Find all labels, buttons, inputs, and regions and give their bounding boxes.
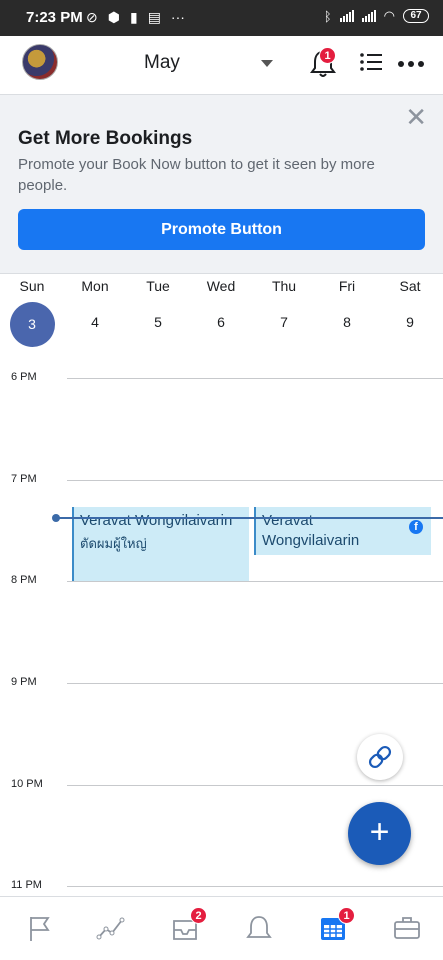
hour-divider (67, 886, 443, 887)
day-name: Mon (81, 278, 109, 294)
mute-icon: ⊘ (86, 9, 98, 25)
day-number: 9 (406, 314, 414, 330)
list-icon (360, 53, 382, 71)
event-booking[interactable]: Veravat Wongvilaivarin f (254, 507, 431, 555)
day-name: Fri (338, 278, 356, 294)
hour-label: 8 PM (11, 574, 37, 586)
hour-divider (67, 785, 443, 786)
bell-outline-icon (246, 916, 272, 938)
facebook-icon: f (409, 520, 423, 534)
day-name: Tue (146, 278, 170, 294)
day-mon[interactable]: Mon 4 (70, 276, 120, 330)
day-number: 6 (217, 314, 225, 330)
more-options-icon[interactable] (398, 61, 424, 67)
hour-divider (67, 581, 443, 582)
day-name: Sun (19, 278, 45, 294)
wifi-icon: ◠ (383, 8, 395, 23)
day-number: 5 (154, 314, 162, 330)
current-time-dot (52, 514, 60, 522)
nav-inbox[interactable]: 2 (170, 907, 207, 943)
notification-badge: 1 (319, 47, 336, 64)
shield-icon: ⬢ (107, 9, 120, 25)
event-name: Veravat Wongvilaivarin (80, 512, 233, 529)
promote-button[interactable]: Promote Button (18, 209, 425, 250)
day-sat[interactable]: Sat 9 (385, 276, 435, 330)
day-number-selected: 3 (9, 302, 55, 347)
day-name: Sat (399, 278, 421, 294)
hour-divider (67, 480, 443, 481)
day-fri[interactable]: Fri 8 (322, 276, 372, 330)
avatar[interactable] (22, 44, 58, 80)
week-header: Sun 3 Mon 4 Tue 5 Wed 6 Thu 7 Fri 8 Sat … (0, 276, 443, 348)
hour-label: 9 PM (11, 676, 37, 688)
status-bar: 7:23 PM ⊘ ⬢ ▮ ▤ ··· ᛒ ◠ 67 (0, 0, 443, 36)
plus-icon: + (369, 813, 390, 851)
day-name: Thu (271, 278, 297, 294)
signal-icon-2 (361, 10, 376, 22)
month-selector[interactable]: May (144, 52, 180, 74)
calendar-badge: 1 (338, 907, 355, 924)
hour-divider (67, 683, 443, 684)
day-tue[interactable]: Tue 5 (133, 276, 183, 330)
nav-tools[interactable] (392, 913, 422, 943)
hour-divider (67, 378, 443, 379)
promo-text: Promote your Book Now button to get it s… (18, 156, 375, 194)
promo-title: Get More Bookings (18, 128, 193, 149)
bluetooth-icon: ᛒ (323, 8, 332, 24)
clipboard-icon: ▮ (129, 9, 138, 25)
promo-card: ✕ Get More Bookings Promote your Book No… (0, 94, 443, 274)
current-time-line (56, 517, 443, 519)
day-wed[interactable]: Wed 6 (196, 276, 246, 330)
briefcase-icon (394, 917, 420, 939)
day-thu[interactable]: Thu 7 (259, 276, 309, 330)
flag-icon (30, 917, 50, 941)
more-notifications-icon: ··· (170, 9, 185, 25)
news-icon: ▤ (147, 9, 161, 25)
event-subtitle: ตัดผมผู้ใหญ่ (80, 536, 147, 551)
trend-icon (96, 917, 125, 940)
signal-icon (339, 10, 354, 22)
day-number: 8 (343, 314, 351, 330)
bottom-nav: 2 1 (0, 896, 443, 960)
link-icon (368, 745, 392, 769)
nav-notifications[interactable] (244, 913, 274, 943)
battery-icon: 67 (403, 9, 429, 23)
hour-label: 7 PM (11, 473, 37, 485)
share-link-button[interactable] (357, 734, 403, 780)
status-icons-right: ᛒ ◠ 67 (324, 8, 429, 24)
status-icons-left: ⊘ ⬢ ▮ ▤ ··· (86, 9, 185, 26)
app-header: May 1 (0, 36, 443, 94)
nav-insights[interactable] (96, 913, 126, 943)
inbox-badge: 2 (190, 907, 207, 924)
hour-label: 6 PM (11, 371, 37, 383)
day-name: Wed (206, 278, 236, 294)
chevron-down-icon[interactable] (261, 60, 273, 67)
day-number: 7 (280, 314, 288, 330)
hour-label: 11 PM (11, 879, 42, 891)
hour-label: 10 PM (11, 778, 43, 790)
close-icon[interactable]: ✕ (405, 104, 427, 130)
status-time: 7:23 PM (26, 9, 83, 26)
notifications-button[interactable]: 1 (310, 47, 336, 78)
nav-calendar[interactable]: 1 (318, 907, 355, 943)
day-number: 4 (91, 314, 99, 330)
list-view-button[interactable] (360, 52, 382, 72)
add-appointment-button[interactable]: + (348, 802, 411, 865)
nav-flag[interactable] (25, 913, 55, 943)
day-sun[interactable]: Sun 3 (7, 276, 57, 347)
